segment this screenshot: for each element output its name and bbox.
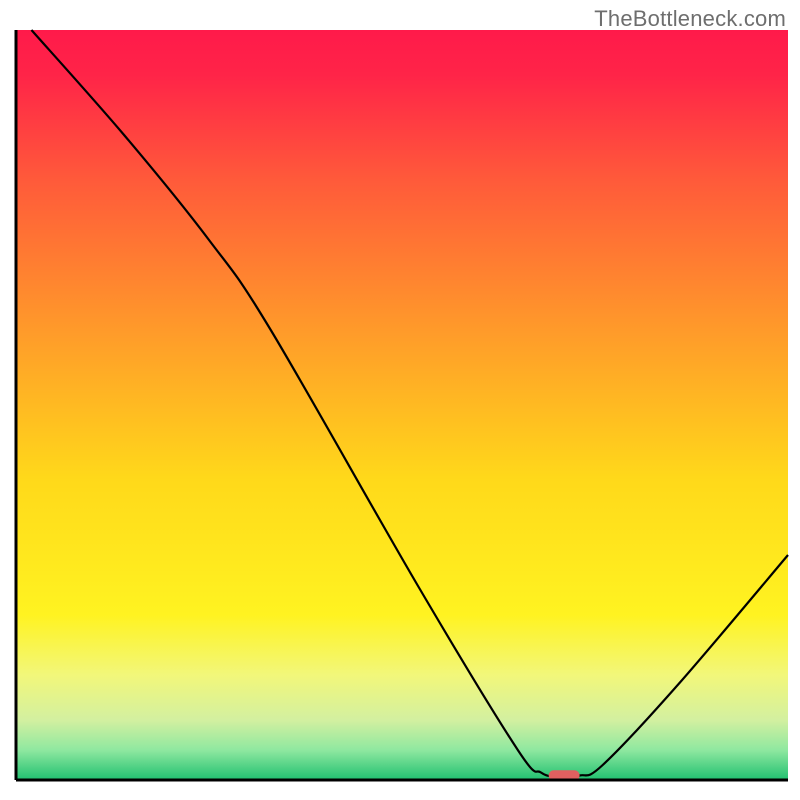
watermark-text: TheBottleneck.com [594,6,786,32]
chart-svg [0,0,800,800]
bottleneck-chart: TheBottleneck.com [0,0,800,800]
